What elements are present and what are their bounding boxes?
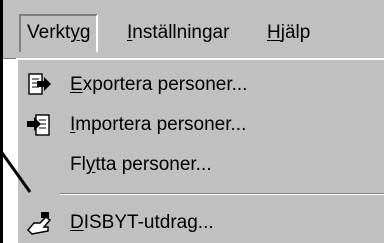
verktyg-dropdown-menu: Exportera personer... Importera personer…	[16, 58, 384, 243]
menu-item-disbyt-utdrag[interactable]: DISBYT-utdrag...	[18, 204, 384, 242]
menu-bar: Verktyg Inställningar Hjälp	[3, 0, 384, 59]
menu-installningar[interactable]: Inställningar	[121, 16, 235, 50]
import-icon	[27, 114, 50, 136]
menu-item-flytta-personer[interactable]: Flytta personer...	[18, 146, 384, 184]
menu-item-importera-personer[interactable]: Importera personer...	[18, 106, 384, 144]
disbyt-hand-icon	[26, 212, 52, 235]
export-icon	[28, 73, 51, 95]
menu-hjalp[interactable]: Hjälp	[261, 16, 316, 50]
menu-item-exportera-personer[interactable]: Exportera personer...	[18, 66, 384, 104]
menu-verktyg[interactable]: Verktyg	[19, 14, 99, 52]
menu-separator	[60, 193, 384, 195]
